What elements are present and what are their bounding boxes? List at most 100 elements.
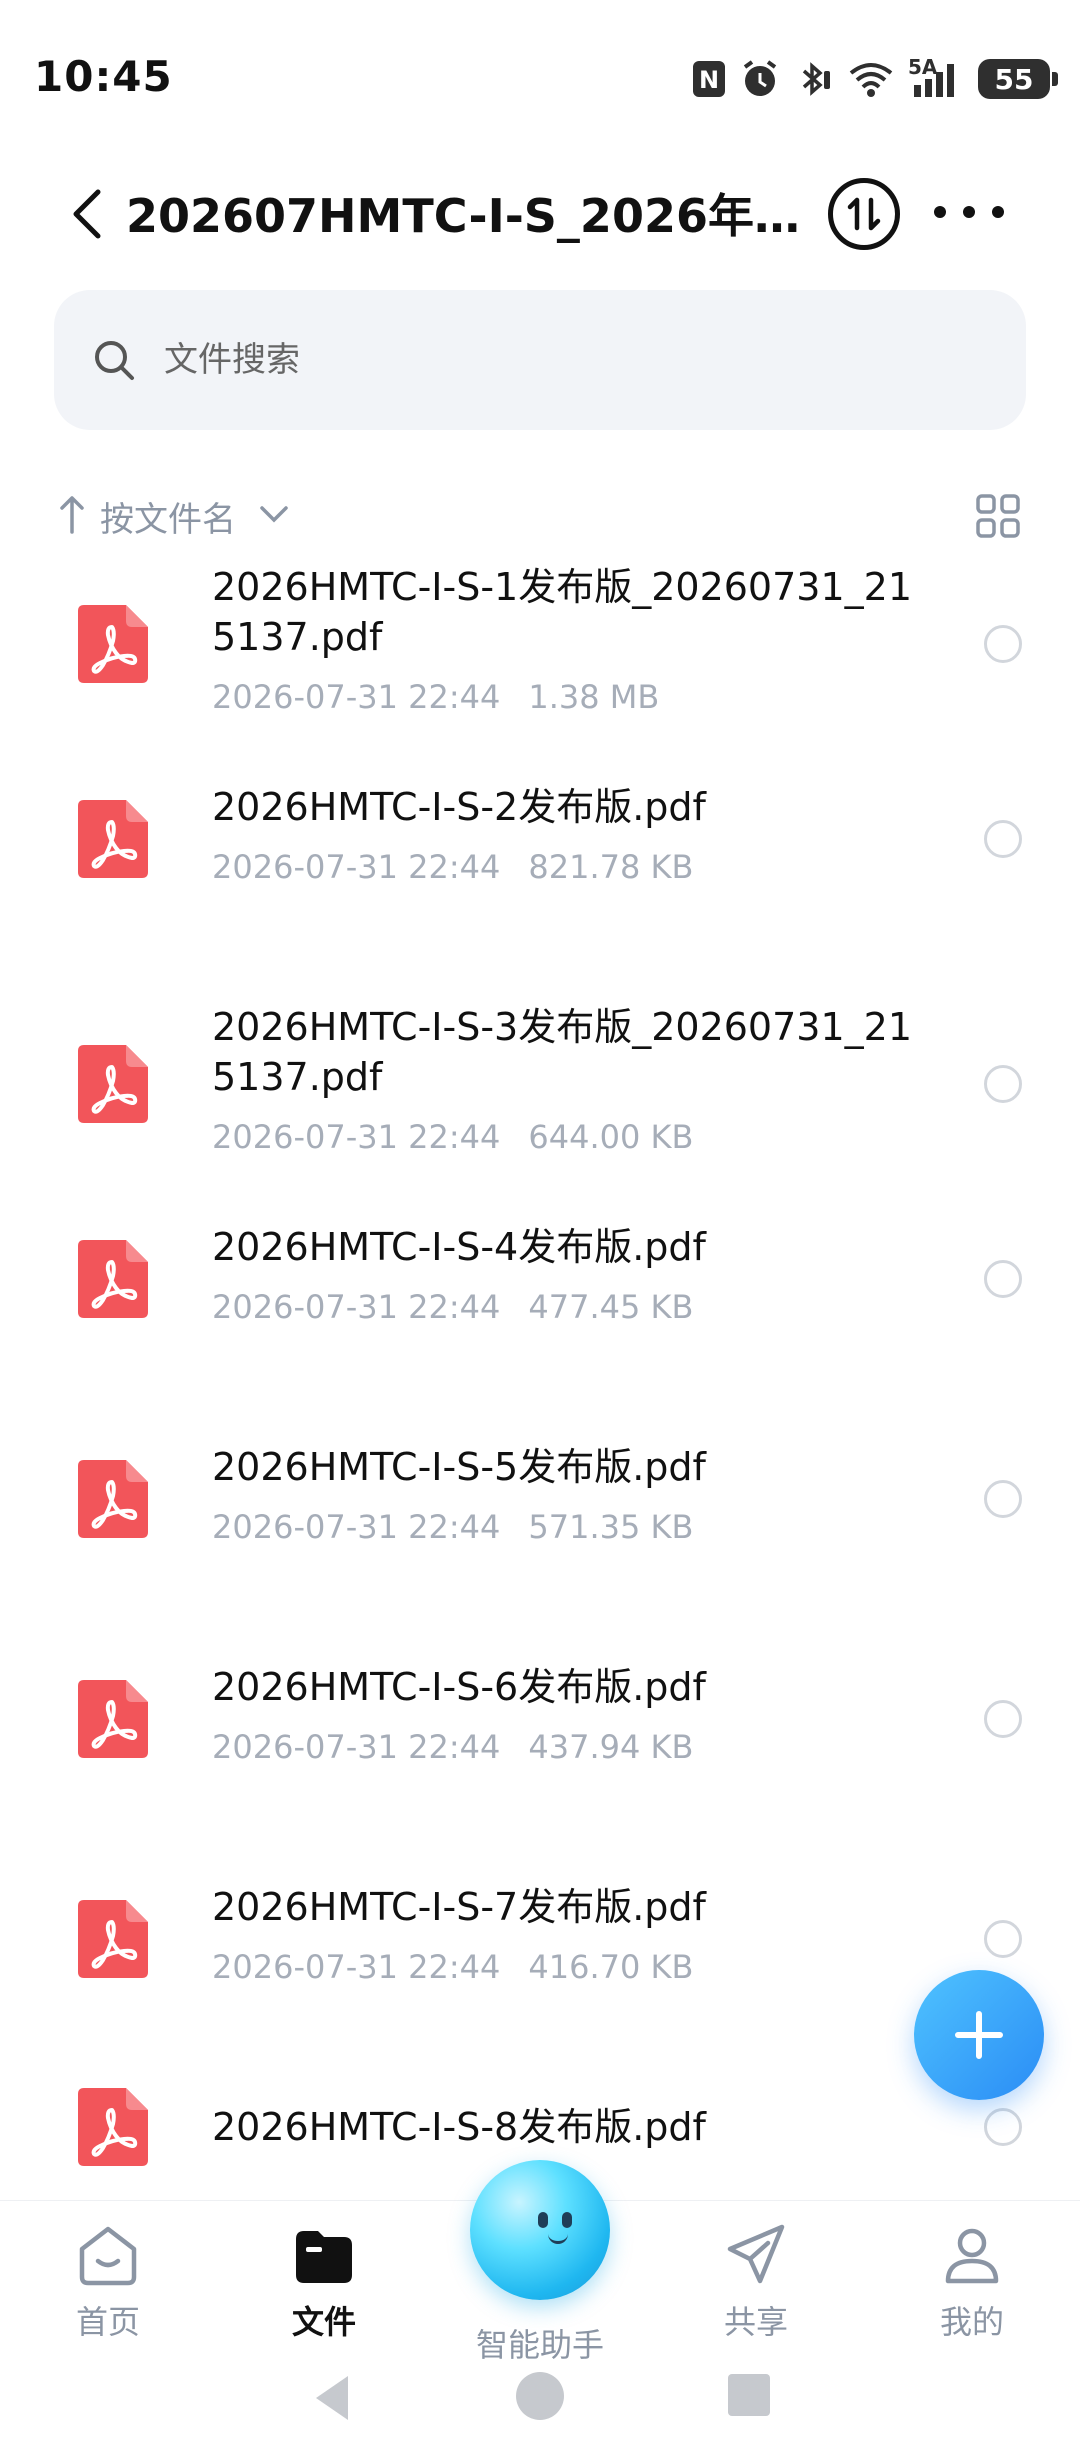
transfer-button[interactable]	[828, 178, 900, 250]
file-name: 2026HMTC-I-S-6发布版.pdf	[212, 1665, 706, 1709]
file-meta: 2026-07-31 22:44 821.78 KB	[212, 848, 693, 886]
system-home-button[interactable]	[516, 2372, 564, 2420]
add-button[interactable]	[914, 1970, 1044, 2100]
select-checkbox[interactable]	[984, 625, 1022, 663]
page-title: 202607HMTC-I-S_2026年7月…	[126, 189, 826, 243]
search-icon	[95, 341, 134, 380]
more-options-button[interactable]	[934, 192, 1004, 232]
file-list-item[interactable]: 2026HMTC-I-S-4发布版.pdf 2026-07-31 22:44 477…	[0, 1220, 1080, 1420]
select-checkbox[interactable]	[984, 1260, 1022, 1298]
pdf-file-icon	[78, 2088, 148, 2166]
dot	[963, 206, 975, 218]
file-meta: 2026-07-31 22:44 1.38 MB	[212, 678, 659, 716]
file-name: 2026HMTC-I-S-5发布版.pdf	[212, 1445, 706, 1489]
wifi-icon	[848, 59, 894, 99]
nav-share-label: 共享	[723, 2303, 788, 2341]
svg-text:N: N	[699, 66, 719, 94]
alarm-icon	[740, 59, 780, 99]
dot	[992, 206, 1004, 218]
user-icon	[945, 2228, 999, 2284]
system-nav	[0, 2360, 1080, 2449]
send-icon	[727, 2224, 785, 2284]
nav-home[interactable]: 首页	[38, 2219, 178, 2349]
file-date: 2026-07-31 22:44	[212, 1508, 501, 1546]
file-meta: 2026-07-31 22:44 644.00 KB	[212, 1118, 693, 1156]
app-header: 202607HMTC-I-S_2026年7月…	[0, 160, 1080, 260]
pdf-file-icon	[78, 1240, 148, 1318]
assistant-orb-button[interactable]	[470, 2160, 610, 2300]
nav-home-label: 首页	[75, 2303, 140, 2341]
battery-icon: 55	[978, 59, 1058, 99]
file-meta: 2026-07-31 22:44 437.94 KB	[212, 1728, 693, 1766]
file-name: 2026HMTC-I-S-2发布版.pdf	[212, 785, 706, 829]
pdf-file-icon	[78, 605, 148, 683]
file-name: 2026HMTC-I-S-4发布版.pdf	[212, 1225, 706, 1269]
sort-row: 按文件名	[54, 488, 1026, 544]
file-list-item[interactable]: 2026HMTC-I-S-3发布版_20260731_215137.pdf 202…	[0, 1000, 1080, 1200]
select-checkbox[interactable]	[984, 1700, 1022, 1738]
search-input[interactable]	[164, 340, 864, 380]
file-date: 2026-07-31 22:44	[212, 1118, 501, 1156]
status-time: 10:45	[34, 52, 173, 101]
plus-icon	[955, 2011, 1003, 2059]
nav-files-label: 文件	[291, 2303, 356, 2341]
search-bar[interactable]	[54, 290, 1026, 430]
file-name: 2026HMTC-I-S-7发布版.pdf	[212, 1885, 706, 1929]
back-button[interactable]	[60, 184, 120, 244]
file-date: 2026-07-31 22:44	[212, 1288, 501, 1326]
file-meta: 2026-07-31 22:44 416.70 KB	[212, 1948, 693, 1986]
file-size: 821.78 KB	[528, 848, 694, 886]
pdf-file-icon	[78, 1460, 148, 1538]
screen: 10:45 N 5A 55 202607HMTC-I-S_2026年7月… 文件…	[0, 0, 1080, 2449]
file-date: 2026-07-31 22:44	[212, 848, 501, 886]
file-date: 2026-07-31 22:44	[212, 1728, 501, 1766]
select-checkbox[interactable]	[984, 820, 1022, 858]
file-name: 2026HMTC-I-S-8发布版.pdf	[212, 2105, 706, 2149]
select-checkbox[interactable]	[984, 1065, 1022, 1103]
select-checkbox[interactable]	[984, 1480, 1022, 1518]
nav-share[interactable]: 共享	[686, 2219, 826, 2349]
select-checkbox[interactable]	[984, 1920, 1022, 1958]
file-list-item[interactable]: 2026HMTC-I-S-5发布版.pdf 2026-07-31 22:44 571…	[0, 1440, 1080, 1640]
pdf-file-icon	[78, 800, 148, 878]
file-size: 477.45 KB	[528, 1288, 694, 1326]
pdf-file-icon	[78, 1900, 148, 1978]
transfer-arrows-icon	[847, 197, 881, 231]
chevron-left-icon	[73, 189, 101, 239]
file-name: 2026HMTC-I-S-3发布版_20260731_215137.pdf	[212, 1005, 912, 1099]
nfc-icon: N	[692, 60, 726, 98]
file-meta: 2026-07-31 22:44 477.45 KB	[212, 1288, 693, 1326]
status-icons: N 5A 55	[692, 55, 1058, 103]
nav-mine[interactable]: 我的	[902, 2219, 1042, 2349]
orb-eye	[562, 2212, 572, 2228]
signal-icon: 5A	[908, 55, 964, 99]
nav-files[interactable]: 文件	[254, 2219, 394, 2349]
nav-mine-label: 我的	[939, 2303, 1004, 2341]
system-back-icon[interactable]	[312, 2374, 352, 2422]
arrow-up-icon[interactable]	[58, 490, 86, 538]
orb-smile	[548, 2234, 568, 2244]
battery-level: 55	[994, 62, 1034, 96]
sort-by-label[interactable]: 按文件名	[100, 492, 236, 541]
folder-icon	[296, 2231, 352, 2283]
system-recents-button[interactable]	[728, 2374, 770, 2416]
home-icon	[79, 2226, 137, 2286]
bluetooth-icon	[794, 59, 834, 99]
file-size: 644.00 KB	[528, 1118, 694, 1156]
file-size: 1.38 MB	[528, 678, 660, 716]
file-size: 571.35 KB	[528, 1508, 694, 1546]
file-list-item[interactable]: 2026HMTC-I-S-6发布版.pdf 2026-07-31 22:44 437…	[0, 1660, 1080, 1860]
chevron-down-icon[interactable]	[254, 494, 294, 534]
file-meta: 2026-07-31 22:44 571.35 KB	[212, 1508, 693, 1546]
status-bar: 10:45 N 5A 55	[0, 0, 1080, 150]
file-date: 2026-07-31 22:44	[212, 1948, 501, 1986]
file-list-item[interactable]: 2026HMTC-I-S-1发布版_20260731_215137.pdf 202…	[0, 560, 1080, 760]
file-size: 416.70 KB	[528, 1948, 694, 1986]
file-list-item[interactable]: 2026HMTC-I-S-2发布版.pdf 2026-07-31 22:44 821…	[0, 780, 1080, 980]
orb-eye	[538, 2212, 548, 2228]
dot	[934, 206, 946, 218]
grid-view-icon[interactable]	[974, 492, 1022, 540]
file-date: 2026-07-31 22:44	[212, 678, 501, 716]
pdf-file-icon	[78, 1680, 148, 1758]
select-checkbox[interactable]	[984, 2108, 1022, 2146]
